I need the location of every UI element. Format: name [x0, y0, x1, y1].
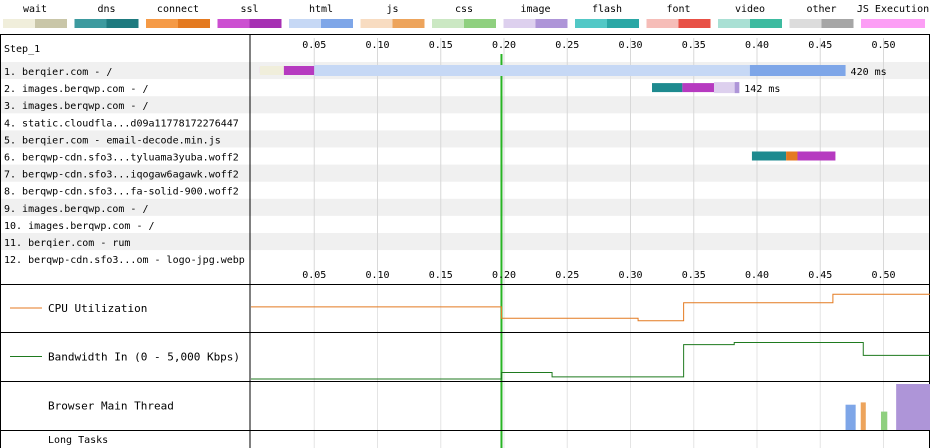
ssl-segment	[797, 151, 836, 161]
panel-label: Bandwidth In (0 - 5,000 Kbps)	[48, 351, 240, 364]
legend-swatch	[432, 19, 464, 28]
legend-label: image	[520, 4, 550, 15]
request-label: 6. berqwp-cdn.sfo3...tyluama3yuba.woff2	[4, 153, 239, 164]
waterfall-chart: wait dns connect ssl html js css image flash font…	[0, 4, 930, 448]
legend-swatch	[35, 19, 67, 28]
request-label: 11. berqier.com - rum	[4, 238, 130, 249]
duration-label: 420 ms	[851, 67, 887, 78]
x-tick-label: 0.05	[302, 270, 326, 281]
x-tick-label: 0.05	[302, 40, 326, 51]
legend-swatch	[503, 19, 536, 28]
legend-swatch	[106, 19, 139, 28]
main-thread-activity	[860, 402, 866, 430]
dns-segment	[751, 151, 787, 161]
request-label: 5. berqier.com - email-decode.min.js	[4, 135, 221, 146]
main-thread-activity	[880, 411, 888, 430]
download-bar-tail	[749, 65, 846, 76]
x-tick-label: 0.10	[365, 40, 389, 51]
request-label: 9. images.berqwp.com - /	[4, 204, 149, 215]
legend-swatch	[146, 19, 178, 28]
legend-swatch	[392, 19, 425, 28]
legend-swatch	[3, 19, 35, 28]
x-tick-label: 0.40	[745, 40, 769, 51]
request-label: 7. berqwp-cdn.sfo3...iqogaw6agawk.woff2	[4, 170, 239, 181]
legend-swatch	[575, 19, 607, 28]
request-label: 2. images.berqwp.com - /	[4, 84, 149, 95]
legend-label: html	[309, 4, 333, 15]
panel-label: Browser Main Thread	[48, 400, 174, 413]
legend-label: video	[735, 4, 765, 15]
x-tick-label: 0.25	[555, 40, 579, 51]
download-bar-tail	[734, 82, 740, 94]
x-tick-label: 0.35	[682, 40, 706, 51]
cpu-line	[251, 293, 930, 322]
legend-label: dns	[97, 4, 115, 15]
legend-swatch	[360, 19, 393, 28]
x-tick-label: 0.20	[492, 270, 516, 281]
legend-swatch	[289, 19, 321, 28]
bandwidth-line	[251, 341, 930, 380]
x-tick-label: 0.30	[618, 40, 642, 51]
legend-label: font	[666, 4, 690, 15]
panel-label: Long Tasks	[48, 435, 108, 446]
main-thread-activity	[896, 384, 930, 430]
x-tick-label: 0.25	[555, 270, 579, 281]
x-tick-label: 0.30	[618, 270, 642, 281]
dns-segment	[652, 83, 683, 93]
legend-swatch	[607, 19, 639, 28]
x-tick-label: 0.45	[808, 40, 832, 51]
x-tick-label: 0.20	[492, 40, 516, 51]
legend-swatch	[750, 19, 782, 28]
x-tick-label: 0.15	[429, 270, 453, 281]
panel-frame	[0, 430, 930, 448]
legend-swatch	[74, 19, 107, 28]
ssl-segment	[283, 66, 315, 75]
legend-swatch	[178, 19, 210, 28]
legend-label: other	[806, 4, 836, 15]
legend-swatch	[464, 19, 496, 28]
x-tick-label: 0.35	[682, 270, 706, 281]
x-tick-label: 0.40	[745, 270, 769, 281]
request-label: 12. berqwp-cdn.sfo3...om - logo-jpg.webp	[4, 255, 245, 266]
legend-label: wait	[23, 4, 47, 15]
x-tick-label: 0.50	[871, 270, 895, 281]
legend-swatch	[678, 19, 711, 28]
duration-label: 142 ms	[744, 84, 780, 95]
request-label: 8. berqwp-cdn.sfo3...fa-solid-900.woff2	[4, 187, 239, 198]
legend-label: JS Execution	[857, 4, 929, 15]
legend-swatch	[821, 19, 854, 28]
legend-label: connect	[157, 4, 199, 15]
legend-swatch	[321, 19, 353, 28]
legend-swatch	[535, 19, 568, 28]
legend-swatch	[718, 19, 750, 28]
legend-label: flash	[592, 4, 622, 15]
x-tick-label: 0.50	[871, 40, 895, 51]
connect-segment	[786, 151, 798, 161]
wait-segment	[259, 66, 284, 75]
legend-swatch	[217, 19, 250, 28]
ssl-segment	[682, 83, 714, 93]
x-tick-label: 0.45	[808, 270, 832, 281]
request-label: 3. images.berqwp.com - /	[4, 101, 149, 112]
legend-label: ssl	[240, 4, 258, 15]
legend-swatch	[789, 19, 822, 28]
x-tick-label: 0.15	[429, 40, 453, 51]
legend-label: css	[455, 4, 473, 15]
legend-label: js	[386, 4, 398, 15]
row-stripe	[1, 233, 929, 251]
x-tick-label: 0.10	[365, 270, 389, 281]
request-label: 4. static.cloudfla...d09a11778172276447	[4, 118, 239, 129]
legend-swatch	[646, 19, 679, 28]
panel-label: CPU Utilization	[48, 302, 147, 315]
request-label: 10. images.berqwp.com - /	[4, 221, 155, 232]
main-thread-activity	[845, 404, 856, 430]
legend-swatch	[861, 19, 925, 28]
legend-swatch	[249, 19, 282, 28]
step-label: Step_1	[4, 44, 40, 55]
request-label: 1. berqier.com - /	[4, 67, 112, 78]
